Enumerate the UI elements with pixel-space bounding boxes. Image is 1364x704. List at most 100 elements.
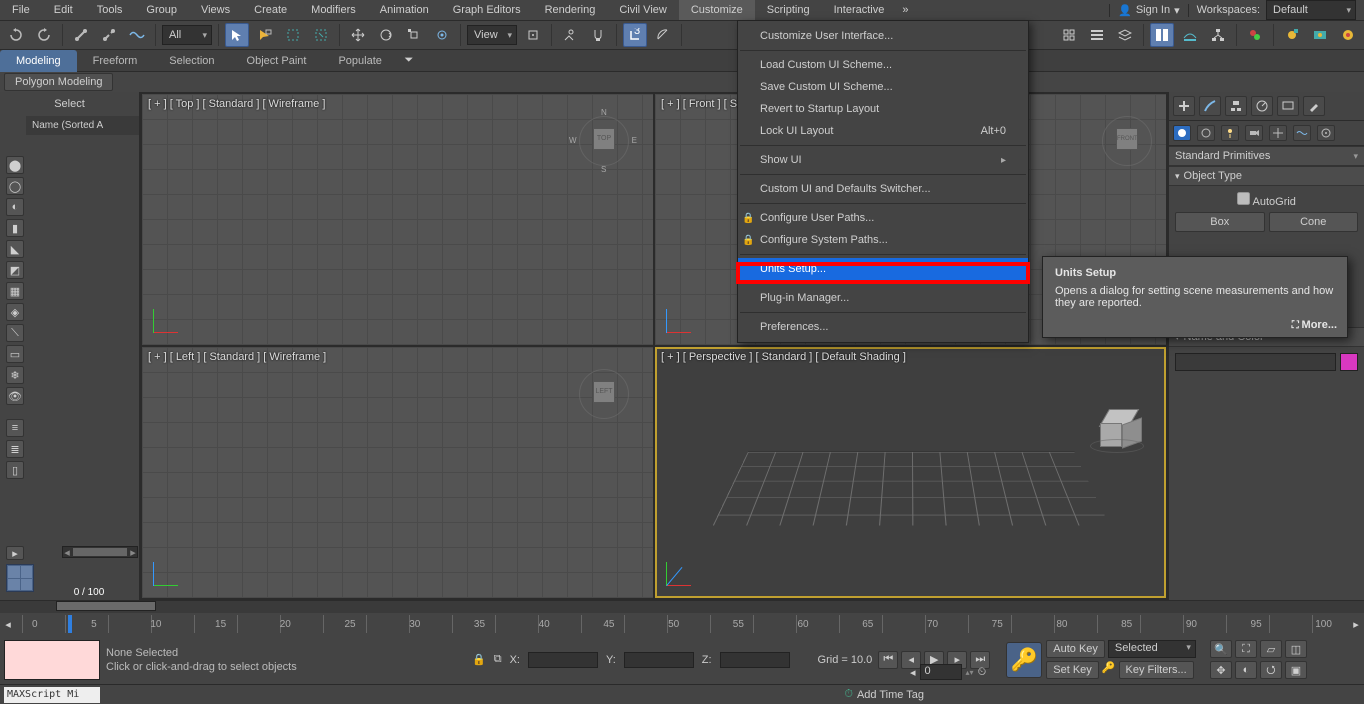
render-button[interactable] <box>1336 23 1360 47</box>
menu-tools[interactable]: Tools <box>85 0 135 20</box>
display-containers-toggle[interactable]: ▭ <box>6 345 24 363</box>
menuitem-configure-system-paths[interactable]: Configure System Paths... <box>738 229 1028 251</box>
z-input[interactable] <box>720 652 790 668</box>
max-toggle-button[interactable]: ▣ <box>1285 661 1307 679</box>
menu-rendering[interactable]: Rendering <box>533 0 608 20</box>
display-groups-toggle[interactable]: ▦ <box>6 282 24 300</box>
menu-modifiers[interactable]: Modifiers <box>299 0 368 20</box>
walk-button[interactable]: ◐ <box>1235 661 1257 679</box>
signin-button[interactable]: 👤 Sign In ▾ <box>1109 4 1188 17</box>
viewcube-face[interactable]: FRONT <box>1116 128 1138 150</box>
menu-graph-editors[interactable]: Graph Editors <box>441 0 533 20</box>
orbit-button[interactable]: ⭯ <box>1260 661 1282 679</box>
sort-toggle[interactable]: ≡ <box>6 419 24 437</box>
hierarchy-tab[interactable] <box>1225 96 1247 116</box>
display-spacewarps-toggle[interactable]: ◩ <box>6 261 24 279</box>
display-tab[interactable] <box>1277 96 1299 116</box>
selection-filter-combo[interactable]: All <box>162 25 212 45</box>
geometry-category[interactable] <box>1173 125 1191 141</box>
menuitem-revert-to-startup-layout[interactable]: Revert to Startup Layout <box>738 98 1028 120</box>
viewport-left[interactable]: [ + ] [ Left ] [ Standard ] [ Wireframe … <box>142 347 653 598</box>
render-frame-button[interactable] <box>1308 23 1332 47</box>
menuitem-units-setup[interactable]: Units Setup... <box>738 258 1028 280</box>
add-time-tag[interactable]: Add Time Tag <box>857 689 924 701</box>
menu-group[interactable]: Group <box>134 0 189 20</box>
ribbon-tab-object-paint[interactable]: Object Paint <box>231 50 323 72</box>
menuitem-save-custom-ui-scheme[interactable]: Save Custom UI Scheme... <box>738 76 1028 98</box>
time-ruler[interactable]: 0510152025303540455055606570758085909510… <box>22 615 1342 633</box>
rotate-button[interactable] <box>374 23 398 47</box>
viewport-label[interactable]: [ + ] [ Front ] [ St <box>661 98 740 110</box>
viewcube[interactable]: FRONT <box>1102 116 1152 166</box>
list-hscroll[interactable]: ◂ ▸ <box>62 546 138 558</box>
display-hidden-toggle[interactable]: 👁 <box>6 387 24 405</box>
ribbon-tab-selection[interactable]: Selection <box>153 50 230 72</box>
ribbon-tab-freeform[interactable]: Freeform <box>77 50 154 72</box>
viewport-label[interactable]: [ + ] [ Top ] [ Standard ] [ Wireframe ] <box>148 98 325 110</box>
viewcube-face[interactable]: TOP <box>593 128 615 150</box>
time-config-icon[interactable]: ⏲ <box>978 666 987 679</box>
viewport-label[interactable]: [ + ] [ Perspective ] [ Standard ] [ Def… <box>661 351 906 363</box>
workspaces-combo[interactable]: Workspaces: Default <box>1189 0 1364 20</box>
object-name-input[interactable] <box>1175 353 1336 371</box>
menuitem-lock-ui-layout[interactable]: Lock UI LayoutAlt+0 <box>738 120 1028 142</box>
maxscript-mini-listener[interactable]: MAXScript Mi <box>4 687 100 703</box>
ref-coord-combo[interactable]: View <box>467 25 517 45</box>
slider-handle[interactable] <box>56 601 156 611</box>
timeline-prev[interactable]: ◂ <box>0 618 16 631</box>
create-tab[interactable] <box>1173 96 1195 116</box>
material-editor-button[interactable] <box>1243 23 1267 47</box>
display-geometry-toggle[interactable]: ⬤ <box>6 156 24 174</box>
display-helpers-toggle[interactable]: ◣ <box>6 240 24 258</box>
undo-button[interactable] <box>4 23 28 47</box>
viewport-top[interactable]: [ + ] [ Top ] [ Standard ] [ Wireframe ]… <box>142 94 653 345</box>
viewport-perspective[interactable]: [ + ] [ Perspective ] [ Standard ] [ Def… <box>655 347 1166 598</box>
angle-snap-button[interactable] <box>651 23 675 47</box>
spacewarps-category[interactable] <box>1293 125 1311 141</box>
menu-civil-view[interactable]: Civil View <box>607 0 678 20</box>
zoom-all-button[interactable]: ⛶ <box>1235 640 1257 658</box>
display-bone-toggle[interactable]: ⟍ <box>6 324 24 342</box>
shapes-category[interactable] <box>1197 125 1215 141</box>
display-frozen-toggle[interactable]: ❄ <box>6 366 24 384</box>
display-xrefs-toggle[interactable]: ◈ <box>6 303 24 321</box>
viewport-label[interactable]: [ + ] [ Left ] [ Standard ] [ Wireframe … <box>148 351 326 363</box>
create-selection-set-button[interactable] <box>1057 23 1081 47</box>
vp-layout-button[interactable] <box>6 564 34 592</box>
ribbon-tab-populate[interactable]: Populate <box>322 50 397 72</box>
display-shapes-toggle[interactable]: ◯ <box>6 177 24 195</box>
x-input[interactable] <box>528 652 598 668</box>
toggle-ribbon-button[interactable] <box>1150 23 1174 47</box>
move-button[interactable] <box>346 23 370 47</box>
menuitem-load-custom-ui-scheme[interactable]: Load Custom UI Scheme... <box>738 54 1028 76</box>
snap-toggle-button[interactable]: 3 <box>623 23 647 47</box>
viewcube[interactable]: LEFT <box>579 369 629 419</box>
category-dropdown[interactable]: Standard Primitives <box>1169 146 1364 166</box>
abs-rel-icon[interactable]: ⧉ <box>494 653 502 666</box>
y-input[interactable] <box>624 652 694 668</box>
rect-select-button[interactable] <box>281 23 305 47</box>
box-button[interactable]: Box <box>1175 212 1265 232</box>
viewcube[interactable]: TOP N S W E <box>579 116 629 166</box>
menuitem-preferences[interactable]: Preferences... <box>738 316 1028 338</box>
utilities-tab[interactable] <box>1303 96 1325 116</box>
menu-scripting[interactable]: Scripting <box>755 0 822 20</box>
lights-category[interactable] <box>1221 125 1239 141</box>
key-filters-button[interactable]: Key Filters... <box>1119 661 1194 679</box>
systems-category[interactable] <box>1317 125 1335 141</box>
menuitem-configure-user-paths[interactable]: Configure User Paths... <box>738 207 1028 229</box>
menu-views[interactable]: Views <box>189 0 242 20</box>
menu-customize[interactable]: Customize <box>679 0 755 20</box>
key-icon-button[interactable]: 🔑 <box>1102 661 1116 679</box>
name-column-header[interactable]: Name (Sorted A <box>26 116 139 135</box>
zoom-button[interactable]: 🔍 <box>1210 640 1232 658</box>
schematic-view-button[interactable] <box>1206 23 1230 47</box>
menu-animation[interactable]: Animation <box>368 0 441 20</box>
fov-button[interactable]: ▱ <box>1260 640 1282 658</box>
lock-icon[interactable]: 🔒 <box>472 653 486 666</box>
sort-reverse-toggle[interactable]: ≣ <box>6 440 24 458</box>
auto-key-button[interactable]: Auto Key <box>1046 640 1105 658</box>
motion-tab[interactable] <box>1251 96 1273 116</box>
link-button[interactable] <box>69 23 93 47</box>
select-object-button[interactable] <box>225 23 249 47</box>
